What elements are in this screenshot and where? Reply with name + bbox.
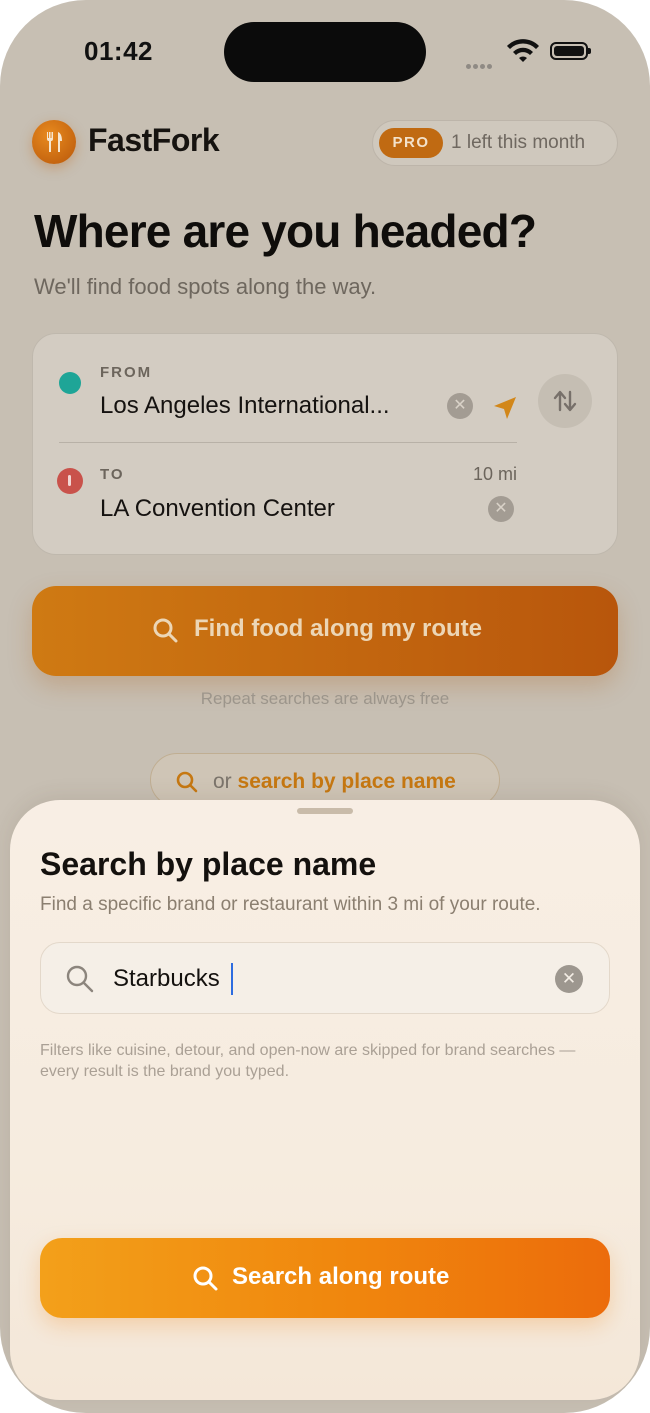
clear-search-button[interactable]: ✕ bbox=[555, 965, 583, 993]
search-along-route-label: Search along route bbox=[232, 1263, 450, 1290]
wifi-icon bbox=[507, 39, 539, 62]
search-by-name-text: or search by place name bbox=[213, 770, 456, 794]
search-icon bbox=[193, 1266, 218, 1291]
destination-pin-icon bbox=[57, 468, 83, 494]
search-along-route-button[interactable]: Search along route bbox=[40, 1238, 610, 1318]
place-search-box[interactable]: ✕ bbox=[40, 942, 610, 1014]
sheet-title: Search by place name bbox=[40, 846, 377, 882]
search-icon bbox=[176, 771, 198, 793]
brand-search-note: Filters like cuisine, detour, and open-n… bbox=[40, 1042, 576, 1080]
app-name: FastFork bbox=[88, 122, 220, 158]
sheet-drag-handle[interactable] bbox=[297, 808, 353, 814]
dynamic-island bbox=[224, 22, 426, 82]
page-title: Where are you headed? bbox=[34, 205, 537, 257]
search-by-name-link[interactable]: search by place name bbox=[238, 770, 456, 793]
swap-arrows-icon bbox=[553, 390, 577, 412]
search-by-name-sheet: Search by place name Find a specific bra… bbox=[10, 800, 640, 1400]
to-field[interactable]: LA Convention Center bbox=[100, 495, 335, 523]
pro-badge: PRO bbox=[379, 128, 443, 158]
find-food-button[interactable]: Find food along my route bbox=[32, 586, 618, 676]
sheet-subtitle: Find a specific brand or restaurant with… bbox=[40, 894, 541, 915]
fork-knife-icon bbox=[47, 132, 62, 152]
pro-status-pill[interactable]: PRO 1 left this month bbox=[372, 120, 618, 166]
current-location-icon[interactable] bbox=[491, 394, 519, 422]
page-subtitle: We'll find food spots along the way. bbox=[34, 274, 377, 299]
status-bar: 01:42 bbox=[0, 0, 650, 100]
search-by-name-pill[interactable]: or search by place name bbox=[150, 753, 500, 807]
route-card: FROM Los Angeles International... ✕ TO 1… bbox=[32, 333, 618, 555]
pro-remaining-text: 1 left this month bbox=[451, 132, 586, 153]
from-field[interactable]: Los Angeles International... bbox=[100, 392, 390, 420]
search-icon bbox=[153, 618, 178, 643]
find-food-label: Find food along my route bbox=[194, 615, 482, 642]
from-label: FROM bbox=[100, 364, 153, 381]
clear-to-button[interactable]: ✕ bbox=[488, 496, 514, 522]
search-icon bbox=[66, 965, 94, 993]
repeat-search-note: Repeat searches are always free bbox=[200, 689, 450, 708]
clear-from-button[interactable]: ✕ bbox=[447, 393, 473, 419]
to-label: TO bbox=[100, 466, 125, 483]
origin-dot-icon bbox=[59, 372, 81, 394]
or-prefix: or bbox=[213, 770, 232, 793]
cellular-signal-icon bbox=[466, 56, 498, 69]
route-divider bbox=[59, 442, 517, 443]
phone-screen: 01:42 FastFork PRO 1 left this month Whe… bbox=[0, 0, 650, 1413]
swap-route-button[interactable] bbox=[538, 374, 592, 428]
route-distance: 10 mi bbox=[472, 464, 517, 484]
fastfork-logo bbox=[32, 120, 76, 164]
place-search-input[interactable] bbox=[113, 959, 533, 999]
battery-icon bbox=[550, 42, 591, 60]
text-cursor bbox=[231, 963, 233, 995]
clock: 01:42 bbox=[84, 36, 153, 66]
